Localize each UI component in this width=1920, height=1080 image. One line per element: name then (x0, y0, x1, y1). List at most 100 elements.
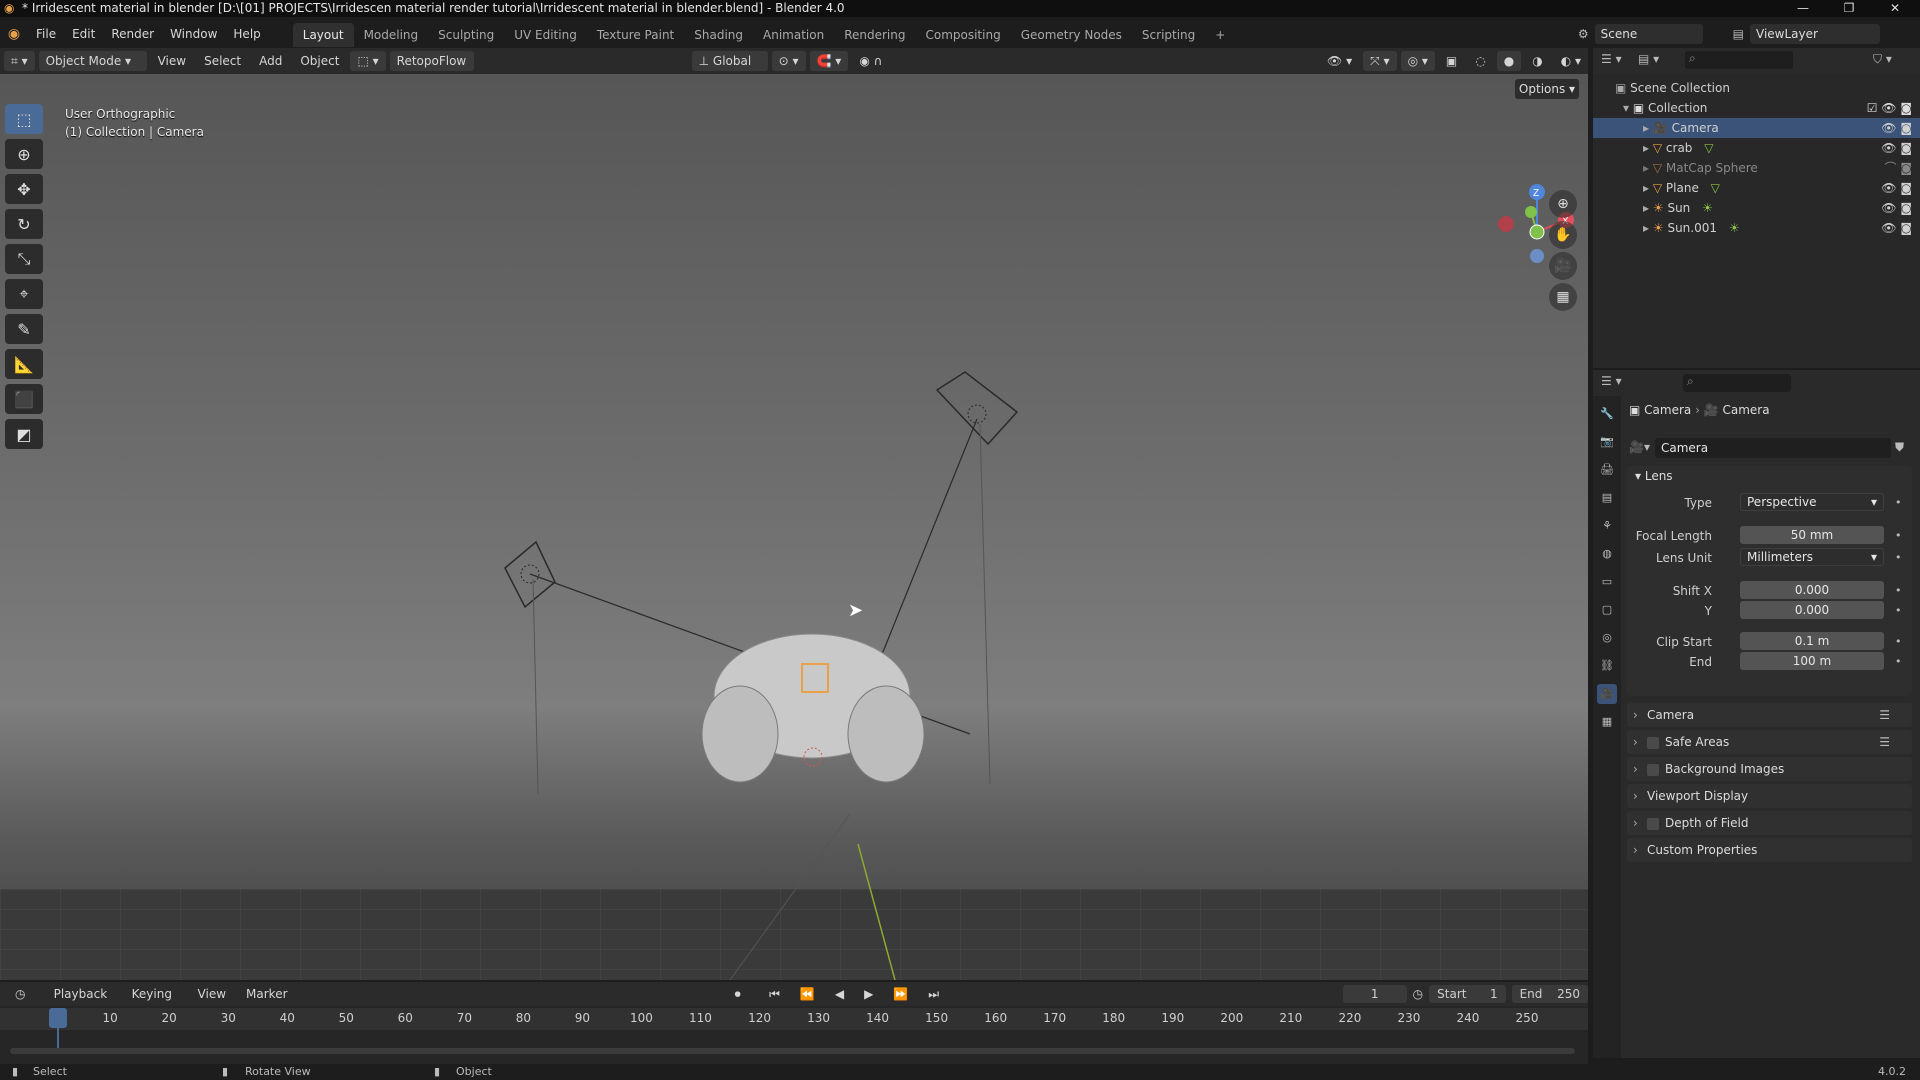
move-tool-icon[interactable]: ✥ (5, 174, 43, 204)
keying-menu[interactable]: Keying ▾ (125, 984, 185, 1021)
outliner-item-matcap-sphere[interactable]: ▸ ▽ MatCap Sphere ⌒ ◙ (1593, 158, 1920, 178)
close-window-button[interactable]: ✕ (1877, 0, 1913, 17)
type-dropdown[interactable]: Perspective ▾ (1740, 493, 1884, 511)
shift-x-field[interactable]: 0.000 (1740, 581, 1884, 599)
subpanel-viewport-display[interactable]: › Viewport Display (1627, 784, 1912, 808)
keyframe-dot-icon[interactable]: • (1895, 652, 1902, 672)
minimize-button[interactable]: — (1785, 0, 1821, 17)
current-frame-field[interactable]: 1 (1342, 985, 1407, 1003)
tab-animation[interactable]: Animation (753, 23, 834, 47)
timeline-frame-ruler[interactable]: 1102030405060708090100110120130140150160… (0, 1008, 1588, 1030)
expand-arrow-icon[interactable]: ▸ (1643, 161, 1649, 175)
safe-areas-checkbox[interactable] (1647, 736, 1659, 749)
shading-material-icon[interactable]: ◑ (1525, 51, 1549, 71)
prev-keyframe-icon[interactable]: ⏪ (793, 984, 822, 1004)
ortho-grid-icon[interactable]: ▦ (1549, 283, 1577, 311)
clip-start-field[interactable]: 0.1 m (1740, 632, 1884, 650)
subpanel-depth-of-field[interactable]: › Depth of Field (1627, 811, 1912, 835)
xray-toggle-icon[interactable]: ▣ (1439, 51, 1464, 71)
add-workspace-button[interactable]: + (1205, 23, 1235, 47)
orientation-dropdown[interactable]: ⊥ Global ▾ (691, 51, 768, 88)
menu-file[interactable]: File (28, 17, 64, 51)
outliner-item-plane[interactable]: ▸ ▽ Plane ▽ 👁 ◙ (1593, 178, 1920, 198)
presets-list-icon[interactable]: ☰ (1879, 703, 1890, 727)
outliner-item-crab[interactable]: ▸ ▽ crab ▽ 👁 ◙ (1593, 138, 1920, 158)
scene-name-field[interactable]: Scene (1594, 24, 1703, 44)
properties-editor-icon[interactable]: ☰ ▾ (1601, 374, 1622, 388)
sun-visibility-icon[interactable]: 👁 ◙ (1881, 198, 1912, 218)
camera-data-icon[interactable]: 🎥▾ (1629, 440, 1650, 454)
filter-icon[interactable]: ⛉ ▾ (1873, 52, 1892, 67)
lens-panel-header[interactable]: ▾ Lens (1635, 469, 1673, 483)
tab-layout[interactable]: Layout (292, 23, 354, 47)
overlays-toggle-icon[interactable]: ◎ ▾ (1400, 51, 1435, 71)
outliner-item-sun-001[interactable]: ▸ ☀ Sun.001 ☀ 👁 ◙ (1593, 218, 1920, 238)
scene-icon[interactable]: ⚙ (1578, 27, 1589, 41)
menu-edit[interactable]: Edit (64, 17, 103, 51)
outliner-search-icon[interactable]: ⌕ (1685, 51, 1793, 69)
subpanel-safe-areas[interactable]: › Safe Areas ☰ (1627, 730, 1912, 754)
tab-uv-editing[interactable]: UV Editing (504, 23, 587, 47)
menu-object[interactable]: Object (293, 51, 346, 71)
scene-collection-row[interactable]: ▣ Scene Collection (1593, 78, 1920, 98)
outliner-editor-icon[interactable]: ☰ ▾ (1601, 52, 1622, 66)
timeline-editor-icon[interactable]: ◷ ▾ (8, 984, 41, 1021)
tab-scripting[interactable]: Scripting (1132, 23, 1205, 47)
tab-geometry-nodes[interactable]: Geometry Nodes (1011, 23, 1132, 47)
keyframe-dot-icon[interactable]: • (1895, 581, 1902, 601)
shading-solid-icon[interactable]: ● (1496, 51, 1522, 71)
physics-tab-icon[interactable]: ◎ (1597, 628, 1617, 648)
menu-help[interactable]: Help (225, 17, 268, 51)
output-tab-icon[interactable]: 🖨 (1597, 460, 1617, 480)
pivot-dropdown[interactable]: ⊙ ▾ (771, 51, 806, 71)
keyframe-dot-icon[interactable]: • (1895, 632, 1902, 652)
scale-tool-icon[interactable]: ⤡ (5, 244, 43, 274)
expand-arrow-icon[interactable]: ▸ (1643, 121, 1649, 135)
background-images-checkbox[interactable] (1647, 763, 1659, 776)
rotate-tool-icon[interactable]: ↻ (5, 209, 43, 239)
proportional-edit-icon[interactable]: ◉ ∩ (852, 51, 889, 71)
select-box-tool-icon[interactable]: ⬚ (5, 104, 43, 134)
options-button[interactable]: Options ▾ (1515, 79, 1579, 99)
keyframe-dot-icon[interactable]: • (1895, 601, 1902, 621)
plane-visibility-icon[interactable]: 👁 ◙ (1881, 178, 1912, 198)
view-layer-tab-icon[interactable]: ▤ (1597, 488, 1617, 508)
collapse-arrow-icon[interactable]: ▾ (1623, 101, 1629, 115)
matcap-visibility-icon[interactable]: ⌒ ◙ (1885, 158, 1912, 178)
subpanel-camera[interactable]: › Camera ☰ (1627, 703, 1912, 727)
menu-view[interactable]: View (151, 51, 193, 71)
clip-end-field[interactable]: 100 m (1740, 652, 1884, 670)
subpanel-custom-properties[interactable]: › Custom Properties (1627, 838, 1912, 862)
next-keyframe-icon[interactable]: ⏩ (886, 984, 915, 1004)
crab-visibility-icon[interactable]: 👁 ◙ (1881, 138, 1912, 158)
fake-user-icon[interactable]: ⛊ (1895, 440, 1904, 455)
tool-tab-icon[interactable]: 🔧 (1597, 404, 1617, 424)
editor-type-button[interactable]: ⌗ ▾ (4, 51, 35, 71)
tab-texture-paint[interactable]: Texture Paint (587, 23, 684, 47)
sun001-visibility-icon[interactable]: 👁 ◙ (1881, 218, 1912, 238)
record-icon[interactable]: ⏺ ▾ (728, 984, 757, 1021)
camera-data-tab-icon[interactable]: 🎥 (1597, 684, 1617, 704)
camera-view-icon[interactable]: 🎥 (1549, 252, 1577, 280)
gizmo-toggle-icon[interactable]: ⤧ ▾ (1363, 51, 1397, 71)
zoom-icon[interactable]: ⊕ (1549, 190, 1577, 218)
expand-arrow-icon[interactable]: ▸ (1643, 221, 1649, 235)
annotate-tool-icon[interactable]: ✎ (5, 314, 43, 344)
shear-tool-icon[interactable]: ◩ (5, 419, 43, 449)
play-icon[interactable]: ▶ (857, 984, 880, 1004)
collection-visibility-icons[interactable]: ☑ 👁 ◙ (1867, 98, 1912, 118)
world-tab-icon[interactable]: ◍ (1597, 544, 1617, 564)
lens-unit-dropdown[interactable]: Millimeters ▾ (1740, 548, 1884, 566)
camera-visibility-icon[interactable]: 👁 ◙ (1881, 118, 1912, 138)
add-cube-tool-icon[interactable]: ⬛ (5, 384, 43, 414)
collection-row[interactable]: ▾ ▣ Collection ☑ 👁 ◙ (1593, 98, 1920, 118)
outliner-item-camera[interactable]: ▸ 🎥 Camera 👁 ◙ (1593, 118, 1920, 138)
gizmo-neg-z-icon[interactable] (1530, 249, 1544, 263)
camera-data-name-field[interactable]: Camera (1655, 438, 1891, 458)
end-frame-field[interactable]: End 250 (1511, 985, 1588, 1003)
3d-viewport[interactable]: Z X User Orthographic (1) Collection | C… (0, 74, 1588, 980)
play-reverse-icon[interactable]: ◀ (828, 984, 851, 1004)
tab-compositing[interactable]: Compositing (915, 23, 1010, 47)
keyframe-dot-icon[interactable]: • (1895, 526, 1902, 546)
object-tab-icon[interactable]: ▢ (1597, 600, 1617, 620)
